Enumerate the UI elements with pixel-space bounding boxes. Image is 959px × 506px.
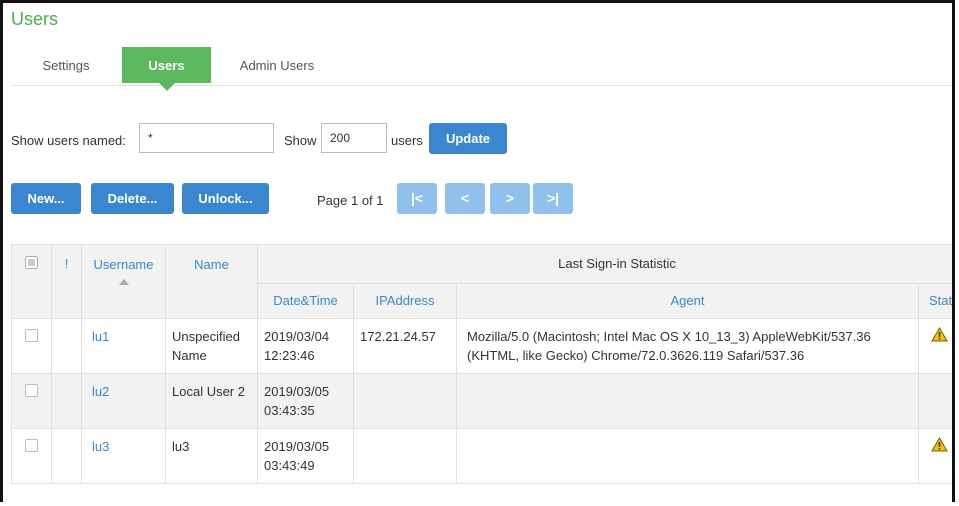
next-page-button[interactable]: >	[490, 183, 530, 214]
username-cell: lu1	[81, 318, 166, 374]
ip-value: 172.21.24.57	[360, 329, 436, 344]
ip-cell	[353, 428, 457, 484]
select-all-checkbox-cell	[11, 244, 52, 319]
flag-cell	[51, 373, 82, 429]
page-indicator: Page 1 of 1	[317, 193, 384, 208]
active-tab-caret	[159, 83, 175, 91]
prev-page-button[interactable]: <	[445, 183, 485, 214]
status-cell	[917, 373, 952, 429]
row-checkbox-cell	[11, 373, 52, 429]
username-filter-input[interactable]	[139, 123, 274, 153]
name-header-label[interactable]: Name	[166, 245, 257, 272]
users-table: ! Username Name Last Sign-in Statistic D…	[11, 244, 952, 484]
ip-value	[354, 374, 456, 390]
ip-header-label[interactable]: IPAddress	[354, 284, 456, 318]
show-label: Show	[284, 133, 317, 148]
name-value: Local User 2	[172, 384, 245, 399]
users-panel: Users Settings Users Admin Users Show us…	[0, 0, 955, 502]
agent-value	[457, 429, 918, 445]
warning-icon	[919, 319, 952, 345]
ip-cell: 172.21.24.57	[353, 318, 457, 374]
first-page-button[interactable]: |<	[397, 183, 437, 214]
ip-cell	[353, 373, 457, 429]
username-cell: lu2	[81, 373, 166, 429]
ip-value	[354, 429, 456, 445]
name-value: Unspecified Name	[172, 329, 240, 363]
flag-cell	[51, 428, 82, 484]
users-label: users	[391, 133, 423, 148]
status-header-label[interactable]: Status	[919, 284, 952, 318]
count-input[interactable]	[321, 123, 387, 153]
status-column-header[interactable]: Status	[917, 283, 952, 319]
last-signin-header-label: Last Sign-in Statistic	[558, 256, 676, 271]
flag-header-label: !	[64, 256, 69, 271]
new-user-button[interactable]: New...	[11, 183, 81, 214]
unlock-user-button[interactable]: Unlock...	[182, 183, 269, 214]
name-value: lu3	[172, 439, 190, 454]
tab-users[interactable]: Users	[122, 47, 211, 83]
tab-bar: Settings Users Admin Users	[11, 47, 952, 91]
username-link[interactable]: lu2	[82, 374, 165, 409]
flag-cell	[51, 318, 82, 374]
username-column-header[interactable]: Username	[81, 244, 166, 319]
warning-icon	[919, 429, 952, 455]
agent-column-header[interactable]: Agent	[456, 283, 919, 319]
datetime-value: 2019/03/05 03:43:35	[264, 384, 330, 418]
agent-cell: Mozilla/5.0 (Macintosh; Intel Mac OS X 1…	[456, 318, 919, 374]
datetime-cell: 2019/03/05 03:43:35	[257, 373, 354, 429]
username-cell: lu3	[81, 428, 166, 484]
name-column-header[interactable]: Name	[165, 244, 258, 319]
agent-value	[457, 374, 918, 390]
datetime-cell: 2019/03/04 12:23:46	[257, 318, 354, 374]
row-checkbox[interactable]	[25, 384, 38, 397]
table-row[interactable]: lu2 Local User 2 2019/03/05 03:43:35	[11, 373, 952, 429]
datetime-header-label[interactable]: Date&Time	[258, 284, 353, 318]
row-checkbox[interactable]	[25, 439, 38, 452]
last-page-button[interactable]: >|	[533, 183, 573, 214]
table-row[interactable]: lu1 Unspecified Name 2019/03/04 12:23:46…	[11, 318, 952, 374]
update-button[interactable]: Update	[429, 123, 507, 154]
username-header-label[interactable]: Username	[82, 245, 165, 272]
datetime-column-header[interactable]: Date&Time	[257, 283, 354, 319]
agent-cell	[456, 373, 919, 429]
agent-header-label[interactable]: Agent	[457, 284, 918, 318]
delete-user-button[interactable]: Delete...	[91, 183, 174, 214]
username-link[interactable]: lu3	[82, 429, 165, 464]
name-cell: lu3	[165, 428, 258, 484]
tab-admin-users[interactable]: Admin Users	[221, 47, 333, 83]
sort-ascending-icon	[82, 273, 165, 288]
status-cell	[917, 428, 952, 484]
datetime-value: 2019/03/04 12:23:46	[264, 329, 330, 363]
table-header-row: ! Username Name Last Sign-in Statistic	[11, 244, 952, 319]
row-checkbox-cell	[11, 318, 52, 374]
row-checkbox-cell	[11, 428, 52, 484]
datetime-cell: 2019/03/05 03:43:49	[257, 428, 354, 484]
agent-value: Mozilla/5.0 (Macintosh; Intel Mac OS X 1…	[467, 329, 871, 363]
page-title: Users	[11, 9, 59, 29]
ip-column-header[interactable]: IPAddress	[353, 283, 457, 319]
datetime-value: 2019/03/05 03:43:49	[264, 439, 330, 473]
last-signin-group-header: Last Sign-in Statistic	[256, 244, 952, 284]
select-all-icon	[25, 256, 38, 269]
agent-cell	[456, 428, 919, 484]
tab-settings[interactable]: Settings	[11, 47, 121, 83]
status-cell	[917, 318, 952, 374]
row-checkbox[interactable]	[25, 329, 38, 342]
flag-column-header: !	[51, 244, 82, 319]
select-all-checkbox[interactable]	[25, 256, 38, 272]
name-cell: Unspecified Name	[165, 318, 258, 374]
username-link[interactable]: lu1	[82, 319, 165, 354]
table-row[interactable]: lu3 lu3 2019/03/05 03:43:49	[11, 428, 952, 484]
name-cell: Local User 2	[165, 373, 258, 429]
show-users-named-label: Show users named:	[11, 133, 126, 148]
